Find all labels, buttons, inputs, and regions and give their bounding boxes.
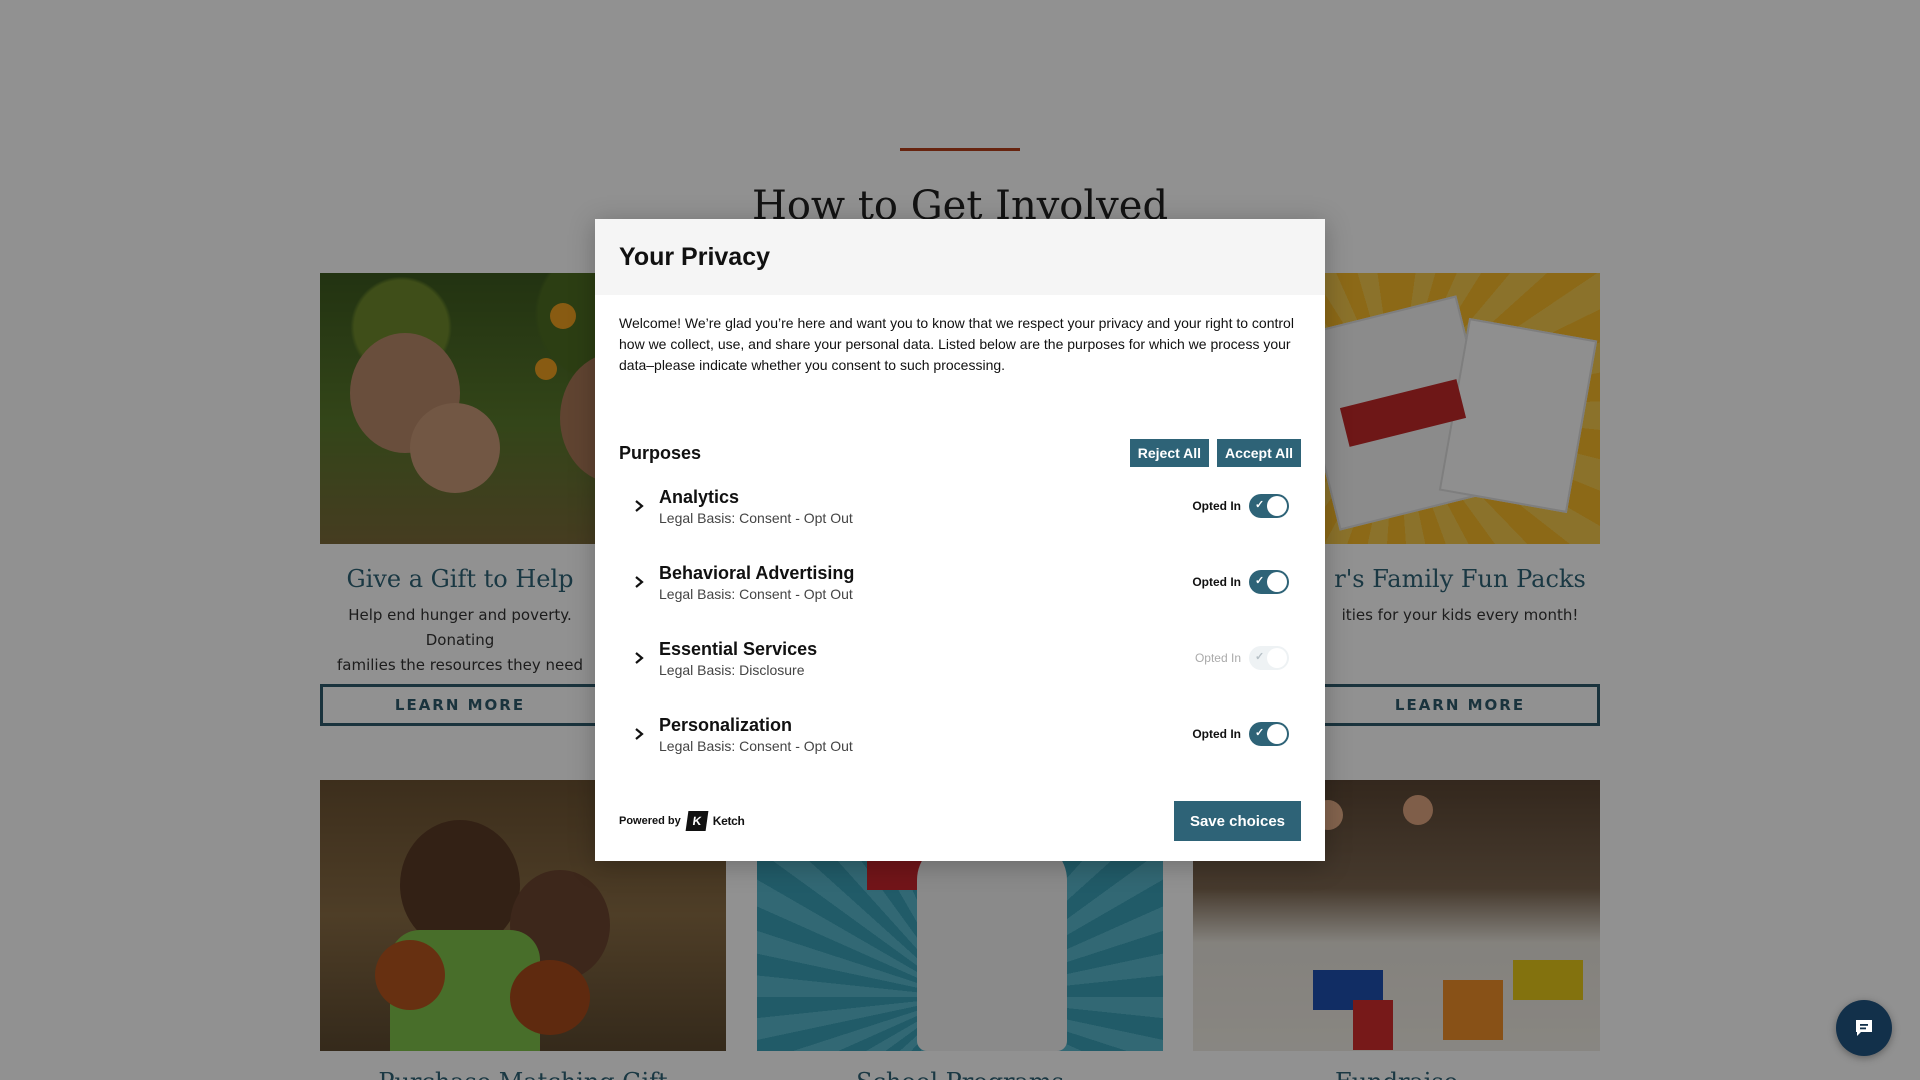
- modal-body: Welcome! We’re glad you’re here and want…: [595, 313, 1325, 772]
- behavioral-advertising-toggle[interactable]: ✓: [1249, 570, 1289, 594]
- chevron-right-icon[interactable]: [619, 714, 659, 754]
- toggle-wrap: Opted In ✓: [1195, 646, 1289, 670]
- toggle-status: Opted In: [1194, 651, 1241, 665]
- reject-all-button[interactable]: Reject All: [1129, 439, 1210, 467]
- toggle-knob: [1267, 572, 1287, 592]
- powered-by-label: Powered by: [619, 815, 681, 827]
- toggle-wrap: Opted In ✓: [1192, 570, 1289, 594]
- chat-bubble-icon[interactable]: [1836, 1000, 1892, 1056]
- purpose-legal-basis: Legal Basis: Consent - Opt Out: [659, 585, 853, 602]
- toggle-status: Opted In: [1192, 575, 1241, 589]
- purpose-name: Analytics: [659, 486, 740, 507]
- purpose-text: Behavioral Advertising Legal Basis: Cons…: [659, 562, 1192, 603]
- toggle-status: Opted In: [1192, 499, 1241, 513]
- powered-by[interactable]: Powered by K Ketch: [619, 811, 745, 831]
- purposes-heading: Purposes: [619, 442, 702, 463]
- purpose-essential-services[interactable]: Essential Services Legal Basis: Disclosu…: [619, 620, 1301, 696]
- personalization-toggle[interactable]: ✓: [1249, 722, 1289, 746]
- toggle-knob: [1267, 496, 1287, 516]
- purpose-text: Essential Services Legal Basis: Disclosu…: [659, 638, 1195, 679]
- toggle-wrap: Opted In ✓: [1192, 722, 1289, 746]
- purpose-legal-basis: Legal Basis: Disclosure: [659, 661, 805, 678]
- purpose-personalization[interactable]: Personalization Legal Basis: Consent - O…: [619, 696, 1301, 772]
- purpose-text: Personalization Legal Basis: Consent - O…: [659, 714, 1192, 755]
- purpose-legal-basis: Legal Basis: Consent - Opt Out: [659, 509, 853, 526]
- purpose-analytics[interactable]: Analytics Legal Basis: Consent - Opt Out…: [619, 468, 1301, 544]
- toggle-knob: [1267, 648, 1287, 668]
- check-icon: ✓: [1255, 575, 1265, 587]
- bulk-actions: Reject All Accept All: [1129, 439, 1301, 467]
- check-icon: ✓: [1255, 499, 1265, 511]
- modal-header: Your Privacy: [595, 219, 1325, 295]
- purpose-behavioral-advertising[interactable]: Behavioral Advertising Legal Basis: Cons…: [619, 544, 1301, 620]
- check-icon: ✓: [1255, 651, 1265, 663]
- toggle-knob: [1267, 724, 1287, 744]
- ketch-logo-icon: K: [685, 811, 709, 831]
- purpose-name: Essential Services: [659, 638, 818, 659]
- chevron-right-icon[interactable]: [619, 562, 659, 602]
- chevron-right-icon[interactable]: [619, 486, 659, 526]
- accept-all-button[interactable]: Accept All: [1217, 439, 1301, 467]
- modal-footer: Powered by K Ketch Save choices: [619, 801, 1301, 841]
- toggle-status: Opted In: [1192, 727, 1241, 741]
- purpose-name: Behavioral Advertising: [659, 562, 855, 583]
- check-icon: ✓: [1255, 727, 1265, 739]
- purpose-legal-basis: Legal Basis: Consent - Opt Out: [659, 737, 853, 754]
- purpose-text: Analytics Legal Basis: Consent - Opt Out: [659, 486, 1192, 527]
- modal-title: Your Privacy: [619, 243, 771, 271]
- save-choices-button[interactable]: Save choices: [1173, 801, 1301, 841]
- chevron-right-icon[interactable]: [619, 638, 659, 678]
- essential-services-toggle: ✓: [1249, 646, 1289, 670]
- toggle-wrap: Opted In ✓: [1192, 494, 1289, 518]
- privacy-modal: Your Privacy Welcome! We’re glad you’re …: [595, 219, 1325, 861]
- purpose-name: Personalization: [659, 714, 793, 735]
- purposes-header: Purposes Reject All Accept All: [619, 438, 1301, 468]
- privacy-intro: Welcome! We’re glad you’re here and want…: [619, 315, 1294, 373]
- analytics-toggle[interactable]: ✓: [1249, 494, 1289, 518]
- ketch-brand: Ketch: [712, 814, 745, 828]
